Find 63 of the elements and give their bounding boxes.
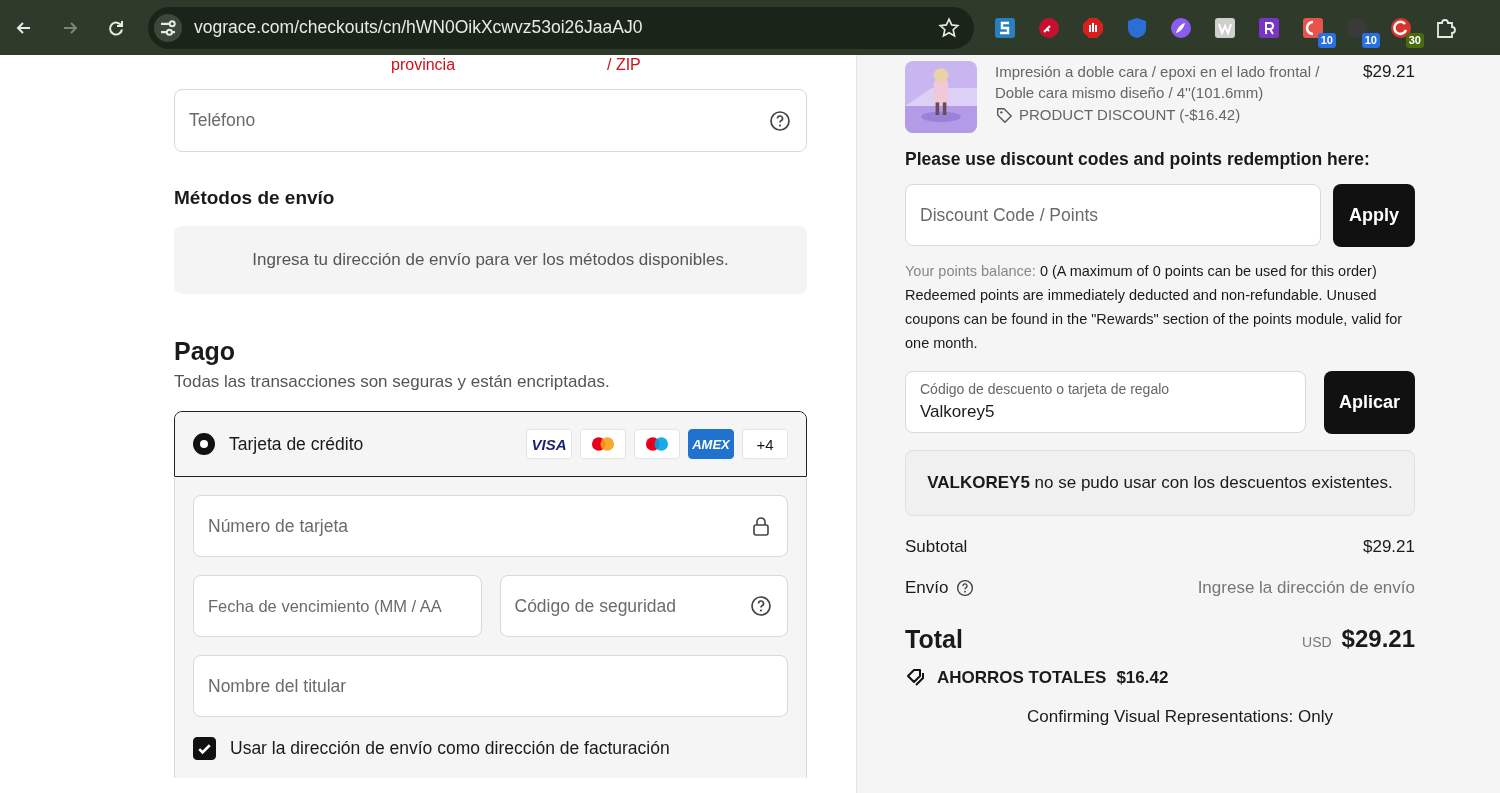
bookmark-star-icon[interactable] xyxy=(938,16,960,39)
subtotal-value: $29.21 xyxy=(1363,537,1415,557)
card-brand-logo xyxy=(634,429,680,459)
discount-code-field[interactable]: Discount Code / Points xyxy=(905,184,1321,246)
total-value: $29.21 xyxy=(1341,625,1415,653)
extension-icon[interactable] xyxy=(1170,16,1192,39)
field-label: Código de descuento o tarjeta de regalo xyxy=(920,381,1170,397)
total-label: Total xyxy=(905,624,963,654)
help-icon[interactable] xyxy=(750,595,772,617)
extension-icon[interactable] xyxy=(1082,16,1104,39)
extension-icon[interactable] xyxy=(1214,16,1236,39)
help-icon[interactable] xyxy=(956,579,975,597)
error-text: provincia xyxy=(391,56,456,74)
product-price: $29.21 xyxy=(1363,61,1415,82)
subtotal-label: Subtotal xyxy=(905,537,968,557)
payment-option[interactable]: Tarjeta de crédito VISA AMEX +4 xyxy=(175,412,806,476)
checkbox[interactable] xyxy=(193,737,216,760)
extension-badge: 30 xyxy=(1405,32,1424,48)
tag-icon xyxy=(995,105,1013,124)
shipping-message: Ingresa tu dirección de envío para ver los métodos disponibles. xyxy=(174,226,807,294)
points-balance-text: 0 (A maximum of 0 points can be used for this order) xyxy=(1039,263,1377,279)
product-variant-text: Doble cara mismo diseño / 4''(101.6mm) xyxy=(995,83,1265,103)
security-code-field[interactable]: Código de seguridad xyxy=(499,575,788,637)
card-brand-logo: VISA xyxy=(526,429,572,459)
card-number-field[interactable]: Número de tarjeta xyxy=(193,495,788,557)
card-brand-logo: AMEX xyxy=(688,429,734,459)
currency-code: USD xyxy=(1302,634,1332,650)
apply-button[interactable]: Apply xyxy=(1333,184,1415,247)
help-icon[interactable] xyxy=(769,109,791,132)
section-heading: Please use discount codes and points redemption here: xyxy=(905,149,1371,170)
shipping-value: Ingrese la dirección de envío xyxy=(1197,578,1415,598)
section-subtitle: Todas las transacciones son seguras y están encriptadas. xyxy=(174,372,611,392)
extensions-puzzle-icon[interactable] xyxy=(1434,16,1456,39)
lock-icon xyxy=(750,515,772,537)
section-heading: Pago xyxy=(174,337,237,366)
savings-label: AHORROS TOTALES xyxy=(937,668,1107,688)
points-note: Redeemed points are immediately deducted and non-refundable. Unused coupons can be found in the "Rewards" section of the points module, valid for one month. xyxy=(905,286,1404,353)
site-settings-icon[interactable] xyxy=(154,13,182,42)
radio-button[interactable] xyxy=(193,433,215,455)
more-brands-badge: +4 xyxy=(742,429,788,459)
extension-badge: 10 xyxy=(1317,32,1336,48)
address-bar[interactable]: vograce.com/checkouts/cn/hWN0OikXcwvz53oi26JaaAJ0 xyxy=(148,6,974,49)
product-variant-text: Impresión a doble cara / epoxi en el lado frontal / xyxy=(995,62,1321,82)
discount-text: PRODUCT DISCOUNT (-$16.42) xyxy=(1019,105,1241,125)
extension-icon[interactable] xyxy=(1258,16,1280,39)
checkbox-label: Usar la dirección de envío como dirección de facturación xyxy=(230,738,670,759)
apply-button[interactable]: Aplicar xyxy=(1324,371,1415,434)
section-heading: Métodos de envío xyxy=(174,187,336,209)
extension-icon[interactable] xyxy=(1038,16,1060,39)
cardholder-name-field[interactable]: Nombre del titular xyxy=(193,655,788,717)
payment-option-label: Tarjeta de crédito xyxy=(229,433,365,455)
expiry-field[interactable]: Fecha de vencimiento (MM / AA xyxy=(193,575,482,637)
error-notice: VALKOREY5 no se pudo usar con los descuentos existentes. xyxy=(905,450,1415,516)
card-brand-logo xyxy=(580,429,626,459)
footer-text: Confirming Visual Representations: Only xyxy=(1026,707,1334,727)
error-text: / ZIP xyxy=(607,56,641,74)
points-balance-label: Your points balance: xyxy=(905,263,1036,279)
savings-value: $16.42 xyxy=(1116,668,1169,688)
url-text: vograce.com/checkouts/cn/hWN0OikXcwvz53oi26JaaAJ0 xyxy=(194,17,644,38)
shipping-label: Envío xyxy=(905,578,949,598)
extension-badge: 10 xyxy=(1361,32,1380,48)
phone-field[interactable]: Teléfono xyxy=(174,89,807,152)
extension-icon[interactable] xyxy=(994,16,1016,39)
